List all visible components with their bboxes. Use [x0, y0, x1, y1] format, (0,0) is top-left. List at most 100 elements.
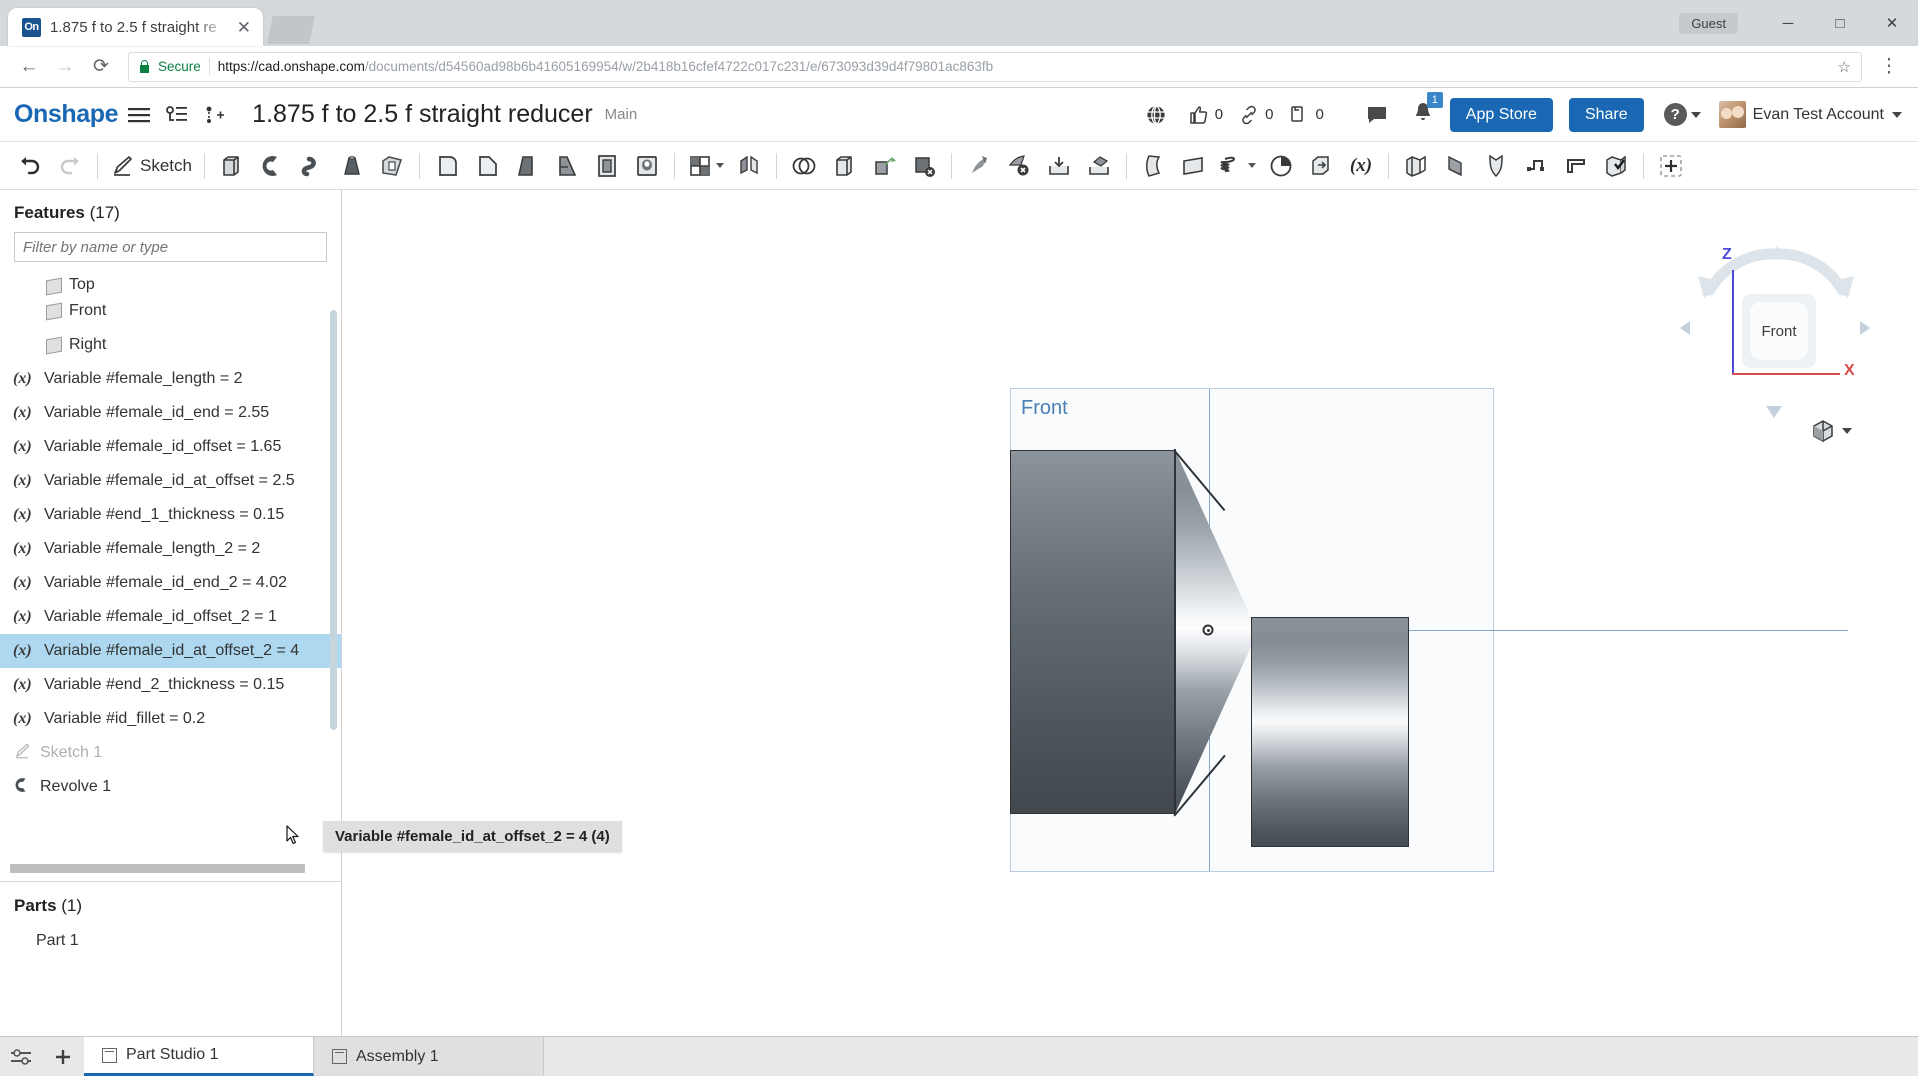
feature-item-variable[interactable]: (x) Variable #female_length_2 = 2: [0, 532, 341, 566]
feature-item-variable[interactable]: (x) Variable #id_fillet = 0.2: [0, 702, 341, 736]
feature-list-horizontal-scrollbar[interactable]: [10, 864, 305, 873]
flange-icon[interactable]: [1436, 146, 1476, 186]
feature-item-revolve[interactable]: Revolve 1: [0, 770, 341, 804]
plane-icon[interactable]: [1174, 146, 1214, 186]
move-face-icon[interactable]: [959, 146, 999, 186]
undo-icon[interactable]: [10, 146, 50, 186]
chevron-down-icon[interactable]: [715, 163, 724, 168]
share-button[interactable]: Share: [1568, 97, 1644, 132]
sketch-button[interactable]: Sketch: [105, 146, 197, 186]
new-tab-button[interactable]: [267, 16, 315, 44]
graphics-viewport[interactable]: Front Front Z X: [342, 190, 1918, 1036]
delete-part-icon[interactable]: [999, 146, 1039, 186]
feature-item-variable[interactable]: (x) Variable #end_1_thickness = 0.15: [0, 498, 341, 532]
add-custom-feature-icon[interactable]: [1651, 146, 1691, 186]
help-menu[interactable]: ?: [1663, 103, 1701, 126]
surface-icon[interactable]: [1134, 146, 1174, 186]
feature-item-front[interactable]: Front: [0, 294, 341, 328]
view-style-menu[interactable]: [1810, 418, 1852, 444]
account-name[interactable]: Evan Test Account: [1753, 106, 1884, 124]
minimize-icon[interactable]: ─: [1762, 3, 1814, 43]
reload-icon[interactable]: ⟳: [84, 50, 118, 84]
sm-bend-icon[interactable]: [1476, 146, 1516, 186]
feature-item-variable[interactable]: (x) Variable #female_id_offset = 1.65: [0, 430, 341, 464]
document-tree-icon[interactable]: [160, 98, 194, 132]
feature-item-variable[interactable]: (x) Variable #female_id_offset_2 = 1: [0, 600, 341, 634]
close-icon[interactable]: ✕: [237, 19, 251, 36]
add-tab-icon[interactable]: [42, 1037, 84, 1076]
thicken-icon[interactable]: [372, 146, 412, 186]
sheetmetal-model-icon[interactable]: [1396, 146, 1436, 186]
chamfer-icon[interactable]: [467, 146, 507, 186]
tab-assembly-1[interactable]: Assembly 1: [314, 1037, 544, 1076]
variable-icon[interactable]: (x): [1341, 146, 1381, 186]
curve-icon[interactable]: [1261, 146, 1301, 186]
feature-item-variable-selected[interactable]: (x) Variable #female_id_at_offset_2 = 4: [0, 634, 341, 668]
helix-icon[interactable]: [1214, 146, 1261, 186]
feature-item-variable[interactable]: (x) Variable #female_id_end_2 = 4.02: [0, 566, 341, 600]
sweep-icon[interactable]: [292, 146, 332, 186]
document-branch[interactable]: Main: [605, 106, 638, 123]
feature-item-sketch[interactable]: Sketch 1: [0, 736, 341, 770]
notifications-button[interactable]: 1: [1412, 92, 1443, 128]
feature-item-right[interactable]: Right: [0, 328, 341, 362]
sm-joint-icon[interactable]: [1516, 146, 1556, 186]
part-model[interactable]: [1010, 388, 1494, 872]
hamburger-menu-icon[interactable]: [122, 98, 156, 132]
chevron-down-icon[interactable]: [1247, 163, 1256, 168]
fillet-icon[interactable]: [427, 146, 467, 186]
transform-icon[interactable]: [864, 146, 904, 186]
tab-part-studio-1[interactable]: Part Studio 1: [84, 1037, 314, 1076]
guest-profile-chip[interactable]: Guest: [1679, 12, 1738, 34]
onshape-logo[interactable]: Onshape: [14, 100, 119, 129]
view-cube-widget[interactable]: Front Z X: [1674, 242, 1874, 443]
copies-stat[interactable]: 0: [1289, 105, 1324, 125]
search-input[interactable]: [14, 232, 327, 262]
small-cylinder-face[interactable]: [1251, 617, 1409, 847]
feature-item-top[interactable]: Top: [0, 268, 341, 296]
hole-icon[interactable]: [627, 146, 667, 186]
kebab-menu-icon[interactable]: ⋮: [1872, 50, 1906, 84]
shell-icon[interactable]: [587, 146, 627, 186]
comment-bubble-icon[interactable]: [1360, 98, 1394, 132]
split-icon[interactable]: [824, 146, 864, 186]
draft-icon[interactable]: [507, 146, 547, 186]
view-style-chevron-down-icon[interactable]: [1842, 428, 1852, 434]
star-icon[interactable]: ☆: [1838, 58, 1851, 76]
origin-point[interactable]: [1202, 624, 1214, 636]
revolve-icon[interactable]: [252, 146, 292, 186]
boolean-icon[interactable]: [784, 146, 824, 186]
feature-item-variable[interactable]: (x) Variable #female_id_at_offset = 2.5: [0, 464, 341, 498]
derive-icon[interactable]: [1301, 146, 1341, 186]
like-stat[interactable]: 0: [1189, 105, 1223, 125]
sm-finish-icon[interactable]: [1596, 146, 1636, 186]
import-icon[interactable]: [1039, 146, 1079, 186]
back-icon[interactable]: ←: [12, 50, 46, 84]
insert-version-icon[interactable]: [198, 98, 232, 132]
mirror-icon[interactable]: [729, 146, 769, 186]
loft-icon[interactable]: [332, 146, 372, 186]
globe-icon[interactable]: [1139, 98, 1173, 132]
feature-item-variable[interactable]: (x) Variable #female_id_end = 2.55: [0, 396, 341, 430]
app-store-button[interactable]: App Store: [1449, 97, 1553, 132]
browser-tab[interactable]: On 1.875 f to 2.5 f straight re ✕: [8, 8, 263, 46]
feature-item-variable[interactable]: (x) Variable #end_2_thickness = 0.15: [0, 668, 341, 702]
feature-item-variable[interactable]: (x) Variable #female_length = 2: [0, 362, 341, 396]
view-cube-face[interactable]: Front: [1750, 302, 1808, 360]
rib-icon[interactable]: [547, 146, 587, 186]
links-stat[interactable]: 0: [1239, 105, 1273, 125]
large-cylinder-face[interactable]: [1010, 450, 1175, 814]
document-title[interactable]: 1.875 f to 2.5 f straight reducer: [252, 100, 592, 129]
feature-list-vertical-scrollbar[interactable]: [330, 310, 337, 730]
pattern-icon[interactable]: [682, 146, 729, 186]
delete-face-icon[interactable]: [904, 146, 944, 186]
export-icon[interactable]: [1079, 146, 1119, 186]
tabs-settings-icon[interactable]: [0, 1037, 42, 1076]
maximize-icon[interactable]: □: [1814, 3, 1866, 43]
sm-tab-icon[interactable]: [1556, 146, 1596, 186]
extrude-icon[interactable]: [212, 146, 252, 186]
part-list-item[interactable]: Part 1: [14, 924, 327, 958]
account-chevron-down-icon[interactable]: [1892, 111, 1902, 118]
window-close-icon[interactable]: ✕: [1866, 3, 1918, 43]
address-bar[interactable]: Secure https://cad.onshape.com/documents…: [128, 51, 1862, 82]
